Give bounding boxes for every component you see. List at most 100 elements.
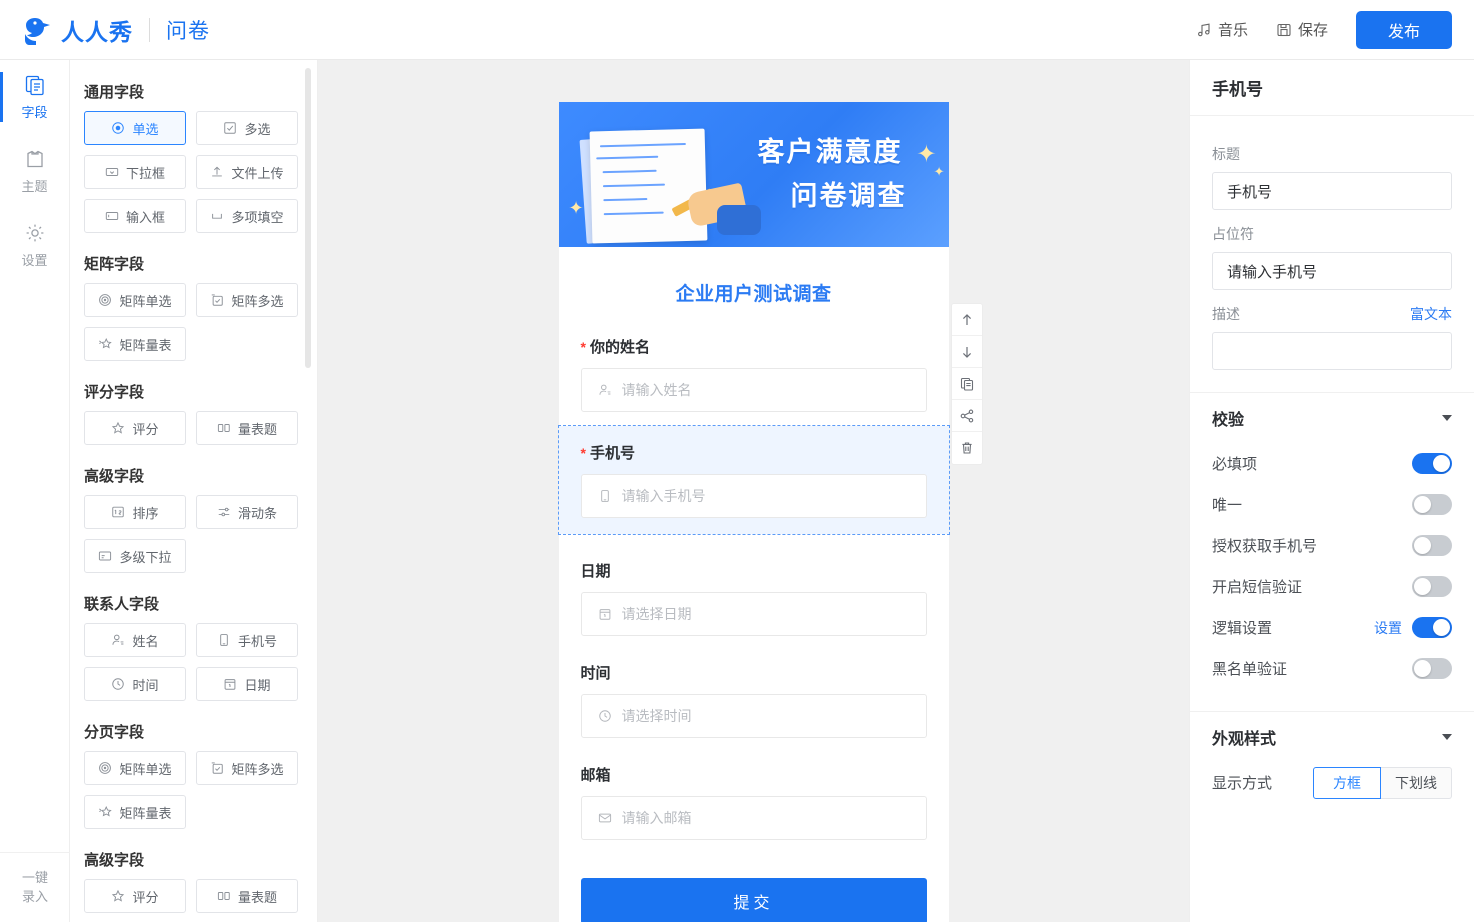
- description-input[interactable]: [1212, 332, 1452, 370]
- one-click-import-line2: 录入: [21, 888, 48, 904]
- canvas: 客户满意度 问卷调查 ✦ ✦ ✦ 企业用户测试调查 * 你的姓名 请输入姓名 * 手机号…: [318, 60, 1189, 922]
- validation-row-toggle[interactable]: [1412, 453, 1452, 474]
- phone-icon: [220, 634, 228, 646]
- preview-field[interactable]: * 手机号 请输入手机号: [557, 425, 950, 535]
- display-mode-label: 显示方式: [1212, 775, 1273, 792]
- palette-item-calendar[interactable]: 日期: [196, 667, 298, 701]
- preview-field-input[interactable]: 请选择日期: [580, 592, 927, 636]
- appearance-section: 外观样式 显示方式 方框 下划线: [1190, 712, 1474, 803]
- palette-item-clock[interactable]: 时间: [84, 667, 186, 701]
- preview-field-input[interactable]: 请输入姓名: [580, 368, 927, 412]
- dropdown-icon: [105, 168, 119, 176]
- save-button[interactable]: 保存: [1276, 19, 1328, 40]
- appearance-section-header[interactable]: 外观样式: [1212, 712, 1452, 762]
- logic-button[interactable]: [951, 400, 982, 432]
- move-down-button[interactable]: [951, 336, 982, 368]
- display-mode-option[interactable]: 方框: [1313, 766, 1381, 799]
- palette-item-star[interactable]: 评分: [84, 411, 186, 445]
- preview-field-placeholder: 请输入姓名: [621, 382, 692, 398]
- palette-item-matrix-checkbox[interactable]: 矩阵多选: [196, 751, 298, 785]
- placeholder-input[interactable]: 请输入手机号: [1212, 252, 1452, 290]
- preview-field-placeholder: 请选择日期: [621, 606, 692, 622]
- matrix-radio-icon: [99, 762, 112, 774]
- palette-item-star[interactable]: 评分: [84, 879, 186, 913]
- palette-item-label: 量表题: [237, 889, 277, 905]
- palette-item-label: 滑动条: [237, 505, 277, 521]
- validation-row: 开启短信验证: [1212, 566, 1452, 607]
- preview-field-placeholder: 请输入邮箱: [621, 810, 692, 826]
- palette-item-matrix-radio[interactable]: 矩阵单选: [84, 751, 186, 785]
- chevron-down-icon: [1442, 415, 1452, 421]
- properties-title: 手机号: [1190, 60, 1474, 116]
- preview-field-label-text: 日期: [580, 563, 611, 580]
- palette-item-matrix-radio[interactable]: 矩阵单选: [84, 283, 186, 317]
- palette-item-matrix-scale[interactable]: 矩阵量表: [84, 327, 186, 361]
- sidebar-item-theme[interactable]: 主题: [0, 134, 69, 208]
- palette-item-upload[interactable]: 文件上传: [196, 155, 298, 189]
- duplicate-button[interactable]: [951, 368, 982, 400]
- preview-field-input[interactable]: 请输入手机号: [580, 474, 927, 518]
- brand: 人人秀 问卷: [22, 13, 210, 47]
- music-button[interactable]: 音乐: [1196, 19, 1248, 40]
- star-icon: [112, 421, 125, 434]
- one-click-import-button[interactable]: 一键 录入: [0, 852, 70, 922]
- sidebar-item-label: 主题: [21, 178, 48, 194]
- publish-button[interactable]: 发布: [1356, 10, 1452, 49]
- validation-row-label: 唯一: [1212, 497, 1243, 514]
- gear-icon: [26, 224, 43, 241]
- brand-name: 人人秀: [61, 18, 133, 45]
- preview-field[interactable]: 时间 请选择时间: [559, 662, 949, 738]
- palette-item-label: 时间: [132, 677, 159, 693]
- title-input[interactable]: 手机号: [1212, 172, 1452, 210]
- one-click-import-line1: 一键: [21, 870, 48, 886]
- palette-item-multi-blank[interactable]: 多项填空: [196, 199, 298, 233]
- palette-item-slider[interactable]: 滑动条: [196, 495, 298, 529]
- move-up-button[interactable]: [951, 304, 982, 336]
- preview-field-input[interactable]: 请输入邮箱: [580, 796, 927, 840]
- palette-item-label: 矩阵单选: [119, 761, 172, 777]
- palette-item-textbox[interactable]: 输入框: [84, 199, 186, 233]
- preview-field-label: 日期: [581, 560, 927, 581]
- delete-button[interactable]: [952, 432, 982, 464]
- preview-field-placeholder: 请输入手机号: [621, 488, 706, 504]
- palette-item-sort[interactable]: 排序: [84, 495, 186, 529]
- validation-row-toggle[interactable]: [1412, 658, 1452, 679]
- palette-item-radio[interactable]: 单选: [84, 111, 186, 145]
- palette-item-scale[interactable]: 量表题: [196, 879, 298, 913]
- brand-divider: [149, 17, 150, 42]
- palette-item-matrix-checkbox[interactable]: 矩阵多选: [196, 283, 298, 317]
- palette-item-dropdown[interactable]: 下拉框: [84, 155, 186, 189]
- palette-group-grid: 姓名 手机号时间 日期: [84, 623, 303, 701]
- preview-field[interactable]: 日期请选择日期: [559, 560, 949, 636]
- validation-section-header[interactable]: 校验: [1212, 393, 1452, 443]
- validation-row-toggle[interactable]: [1412, 494, 1452, 515]
- validation-row-toggle[interactable]: [1412, 576, 1452, 597]
- input-leading-icon: [598, 811, 612, 825]
- validation-row-toggle[interactable]: [1412, 617, 1452, 638]
- submit-button[interactable]: 提交: [580, 878, 927, 922]
- preview-field[interactable]: * 你的姓名 请输入姓名: [559, 336, 949, 412]
- validation-row-link[interactable]: 设置: [1374, 618, 1402, 638]
- palette-item-checkbox[interactable]: 多选: [196, 111, 298, 145]
- display-mode-option[interactable]: 下划线: [1381, 766, 1452, 799]
- rich-text-link[interactable]: 富文本: [1410, 304, 1452, 324]
- palette-scrollbar[interactable]: [305, 68, 311, 368]
- upload-icon: [212, 166, 223, 177]
- preview-field-label-text: 邮箱: [580, 767, 611, 784]
- validation-row-toggle[interactable]: [1412, 535, 1452, 556]
- palette-item-scale[interactable]: 量表题: [196, 411, 298, 445]
- preview-field[interactable]: 邮箱请输入邮箱: [559, 764, 949, 840]
- display-mode-segmented: 方框 下划线: [1313, 766, 1452, 799]
- sidebar-item-settings[interactable]: 设置: [0, 208, 69, 282]
- preview-field-input[interactable]: 请选择时间: [580, 694, 927, 738]
- palette-item-matrix-scale[interactable]: 矩阵量表: [84, 795, 186, 829]
- sidebar-item-fields[interactable]: 字段: [0, 60, 69, 134]
- palette-item-cascade[interactable]: 多级下拉: [84, 539, 186, 573]
- app-root: 人人秀 问卷 音乐 保存 发布 字段 主题 设置 一键 录入 通用字段 单选 多…: [0, 0, 1474, 922]
- palette-item-person[interactable]: 姓名: [84, 623, 186, 657]
- palette-item-label: 评分: [132, 421, 159, 437]
- clock-icon: [598, 710, 611, 722]
- survey-preview: 客户满意度 问卷调查 ✦ ✦ ✦ 企业用户测试调查 * 你的姓名 请输入姓名 * 手机号…: [557, 102, 950, 922]
- copy-icon: [960, 377, 973, 391]
- palette-item-phone[interactable]: 手机号: [196, 623, 298, 657]
